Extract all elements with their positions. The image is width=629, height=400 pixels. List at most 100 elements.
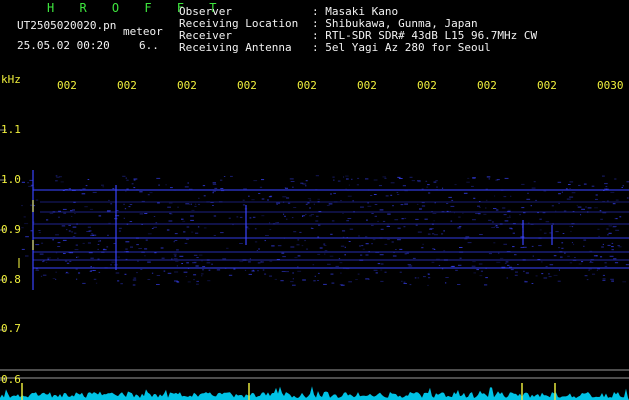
signal-speckle	[223, 176, 226, 177]
signal-speckle	[328, 203, 333, 205]
signal-speckle	[185, 203, 190, 205]
time-tick-label: 002	[237, 79, 257, 92]
signal-speckle	[193, 274, 197, 276]
signal-speckle	[473, 197, 476, 199]
frequency-tick-label: 0.6	[1, 373, 21, 386]
signal-speckle	[342, 212, 344, 214]
signal-speckle	[441, 233, 444, 235]
signal-speckle	[87, 179, 90, 180]
signal-speckle	[333, 192, 336, 194]
signal-speckle	[57, 257, 59, 259]
signal-speckle	[207, 280, 211, 282]
signal-speckle	[182, 220, 186, 222]
signal-speckle	[132, 279, 137, 281]
signal-speckle	[459, 251, 464, 253]
signal-speckle	[315, 189, 318, 191]
signal-speckle	[450, 220, 453, 222]
signal-speckle	[431, 223, 434, 225]
signal-speckle	[607, 244, 611, 246]
signal-speckle	[505, 261, 509, 263]
signal-speckle	[110, 264, 112, 266]
signal-speckle	[80, 189, 83, 191]
signal-speckle	[406, 252, 409, 254]
signal-speckle	[57, 246, 61, 247]
signal-speckle	[190, 203, 192, 205]
signal-speckle	[344, 246, 346, 248]
signal-speckle	[87, 242, 91, 244]
signal-speckle	[432, 213, 437, 214]
signal-speckle	[62, 208, 67, 210]
signal-speckle	[184, 242, 188, 244]
signal-speckle	[589, 261, 594, 263]
signal-speckle	[293, 231, 297, 233]
signal-speckle	[563, 210, 567, 212]
signal-speckle	[198, 197, 200, 199]
signal-speckle	[248, 195, 250, 197]
signal-speckle	[384, 243, 388, 245]
signal-speckle	[602, 201, 605, 202]
signal-speckle	[30, 230, 33, 232]
signal-speckle	[443, 230, 445, 232]
signal-speckle	[545, 221, 550, 223]
signal-speckle	[532, 255, 534, 257]
signal-speckle	[614, 262, 619, 264]
signal-speckle	[417, 231, 422, 233]
signal-speckle	[305, 203, 308, 205]
signal-speckle	[212, 205, 214, 206]
signal-speckle	[380, 269, 383, 271]
signal-speckle	[346, 189, 350, 191]
signal-speckle	[426, 186, 429, 188]
signal-speckle	[377, 220, 379, 222]
signal-speckle	[242, 204, 246, 206]
signal-speckle	[187, 268, 190, 269]
signal-speckle	[128, 206, 131, 208]
signal-speckle	[488, 178, 490, 180]
signal-speckle	[509, 266, 512, 268]
signal-speckle	[293, 207, 297, 208]
signal-speckle	[397, 176, 401, 178]
signal-speckle	[404, 203, 408, 205]
signal-speckle	[21, 248, 25, 250]
signal-speckle	[66, 229, 68, 231]
signal-speckle	[71, 189, 76, 191]
signal-speckle	[591, 185, 595, 187]
signal-speckle	[445, 282, 447, 284]
signal-speckle	[501, 266, 506, 268]
signal-speckle	[587, 211, 589, 213]
signal-speckle	[464, 238, 468, 240]
signal-speckle	[135, 189, 139, 191]
signal-speckle	[384, 177, 387, 179]
signal-speckle	[583, 245, 585, 247]
signal-speckle	[597, 228, 600, 230]
signal-speckle	[24, 223, 29, 225]
signal-speckle	[305, 180, 308, 182]
signal-speckle	[144, 255, 146, 257]
signal-speckle	[268, 196, 272, 198]
signal-speckle	[297, 270, 302, 272]
signal-speckle	[540, 261, 543, 263]
signal-speckle	[488, 219, 492, 221]
signal-speckle	[392, 255, 397, 257]
signal-speckle	[42, 274, 47, 276]
signal-speckle	[509, 215, 511, 217]
signal-speckle	[542, 212, 546, 214]
signal-speckle	[249, 217, 252, 219]
noise-floor-area	[0, 386, 629, 400]
signal-speckle	[92, 234, 94, 236]
signal-speckle	[566, 198, 571, 200]
signal-speckle	[283, 237, 285, 239]
signal-speckle	[371, 243, 373, 245]
signal-speckle	[446, 203, 449, 204]
signal-speckle	[81, 193, 86, 195]
signal-speckle	[467, 177, 470, 179]
signal-speckle	[479, 201, 481, 202]
time-tick-label: 002	[177, 79, 197, 92]
signal-speckle	[323, 243, 326, 245]
signal-speckle	[84, 206, 88, 208]
signal-speckle	[98, 215, 102, 217]
signal-speckle	[269, 229, 272, 230]
signal-speckle	[607, 200, 609, 202]
signal-speckle	[572, 226, 574, 228]
signal-speckle	[495, 225, 498, 226]
signal-speckle	[404, 253, 407, 255]
